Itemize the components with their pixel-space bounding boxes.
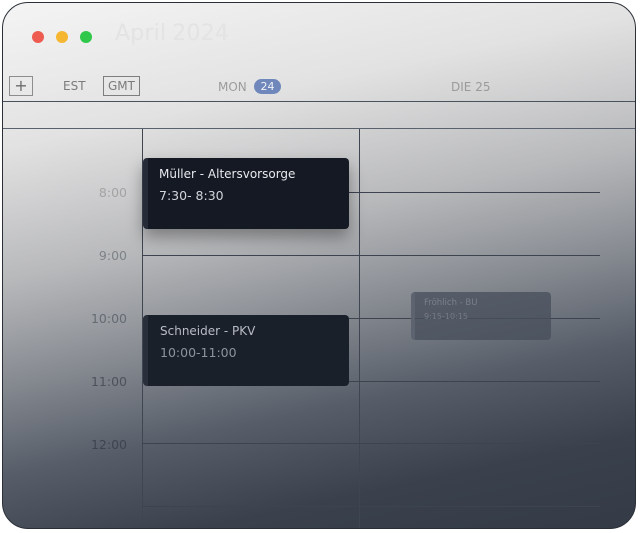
maximize-window-button[interactable] [80,31,92,43]
event-title: Schneider - PKV [160,324,256,338]
event-title: Müller - Altersvorsorge [159,167,296,181]
time-label: 8:00 [98,185,127,200]
event-card[interactable]: Müller - Altersvorsorge 7:30- 8:30 [143,158,349,229]
time-label: 10:00 [90,311,127,326]
event-time: 7:30- 8:30 [159,188,224,203]
event-card[interactable]: Fröhlich - BU 9:15-10:15 [411,292,551,340]
day-header-die[interactable]: DIE 25 [451,80,490,94]
time-label: 9:00 [98,248,127,263]
all-day-row-divider [3,128,635,129]
today-date-badge[interactable]: 24 [254,79,281,94]
day-header-die-date: 25 [475,80,491,94]
day-header-die-name: DIE [451,80,472,94]
hour-gridline [142,443,600,444]
title-year: 2024 [172,21,230,46]
month-title: April 2024 [115,21,229,46]
event-card[interactable]: Schneider - PKV 10:00-11:00 [143,315,349,386]
day-column-divider [359,129,360,528]
time-label: 12:00 [90,437,127,452]
timezone-est[interactable]: EST [63,79,86,93]
event-time: 9:15-10:15 [424,312,468,321]
calendar-window: April 2024 + EST GMT MON 24 DIE 25 8:00 9… [2,2,636,529]
add-event-button[interactable]: + [9,76,33,96]
hour-gridline [142,255,600,256]
event-title: Fröhlich - BU [424,298,478,308]
event-time: 10:00-11:00 [160,345,237,360]
title-month: April [115,21,167,46]
close-window-button[interactable] [32,31,44,43]
timezone-gmt[interactable]: GMT [103,76,140,96]
hour-gridline [142,506,600,507]
time-label: 11:00 [90,374,127,389]
day-header-mon[interactable]: MON [218,80,247,94]
minimize-window-button[interactable] [56,31,68,43]
header-divider [3,101,635,102]
